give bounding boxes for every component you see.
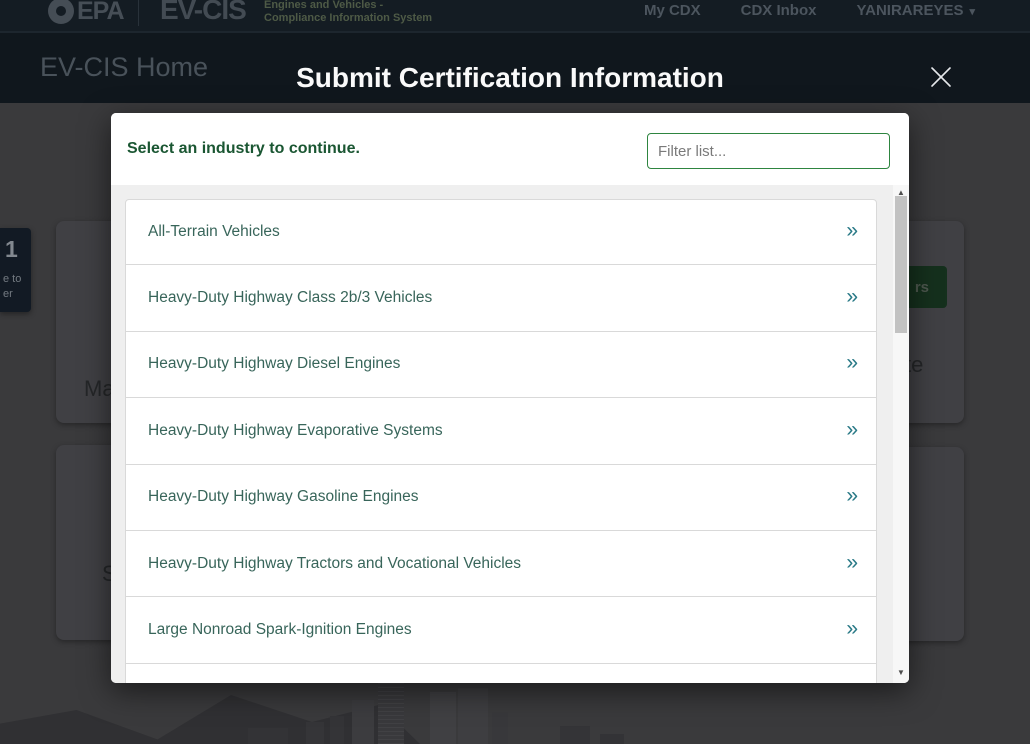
industry-row-label: Heavy-Duty Highway Tractors and Vocation… xyxy=(148,554,522,572)
nav-my-cdx[interactable]: My CDX xyxy=(644,2,701,19)
building-silhouette xyxy=(458,688,488,744)
industry-row-all-terrain-vehicles[interactable]: All-Terrain Vehicles » xyxy=(125,199,877,266)
industry-rows: All-Terrain Vehicles » Heavy-Duty Highwa… xyxy=(125,199,877,683)
city-skyline-image xyxy=(0,678,1030,744)
modal-header: Select an industry to continue. xyxy=(111,113,909,185)
close-icon[interactable] xyxy=(928,64,954,90)
building-silhouette xyxy=(430,692,456,744)
double-chevron-right-icon: » xyxy=(846,219,858,243)
epa-logo-text: EPA xyxy=(77,0,125,25)
evcis-logo-text: EV-CIS xyxy=(160,0,247,25)
mountain-silhouette xyxy=(0,710,170,744)
step-badge-number: 1 xyxy=(5,236,18,262)
building-silhouette xyxy=(378,680,404,744)
building-silhouette xyxy=(600,734,624,744)
industry-list: All-Terrain Vehicles » Heavy-Duty Highwa… xyxy=(111,185,909,683)
double-chevron-right-icon: » xyxy=(846,351,858,375)
double-chevron-right-icon: » xyxy=(846,417,858,441)
user-name: YANIRAREYES xyxy=(856,2,964,19)
step-badge-text-line2: er xyxy=(3,288,13,300)
industry-row-label: Large Nonroad Spark-Ignition Engines xyxy=(148,621,412,639)
industry-row-hd-highway-tractors-vocational-vehicles[interactable]: Heavy-Duty Highway Tractors and Vocation… xyxy=(125,530,877,598)
industry-row-hd-highway-evaporative-systems[interactable]: Heavy-Duty Highway Evaporative Systems » xyxy=(125,398,877,465)
background-card-text-left-top: Ma xyxy=(84,376,115,401)
top-header-bar: EPA EV-CIS Engines and Vehicles - Compli… xyxy=(0,0,1030,33)
evcis-subtitle: Engines and Vehicles - Compliance Inform… xyxy=(264,0,432,25)
filter-input[interactable] xyxy=(647,133,890,169)
industry-row-label: Heavy-Duty Highway Class 2b/3 Vehicles xyxy=(148,289,433,307)
building-silhouette xyxy=(352,700,374,744)
header-divider xyxy=(138,0,139,26)
epa-logo: EPA xyxy=(48,0,125,28)
app-window: EPA EV-CIS Engines and Vehicles - Compli… xyxy=(0,0,1030,744)
industry-row-hd-highway-class-2b3-vehicles[interactable]: Heavy-Duty Highway Class 2b/3 Vehicles » xyxy=(125,265,877,332)
building-silhouette xyxy=(248,728,288,744)
modal-prompt: Select an industry to continue. xyxy=(127,140,360,157)
building-silhouette xyxy=(560,726,590,744)
step-badge-text-line1: e to xyxy=(3,273,22,285)
step-badge: 1 e to er xyxy=(0,228,31,312)
double-chevron-right-icon: » xyxy=(846,617,858,641)
industry-select-modal: Select an industry to continue. All-Terr… xyxy=(111,113,909,683)
user-menu[interactable]: YANIRAREYES ▾ xyxy=(856,2,975,19)
evcis-subtitle-line1: Engines and Vehicles - xyxy=(264,0,384,11)
industry-row-hd-highway-diesel-engines[interactable]: Heavy-Duty Highway Diesel Engines » xyxy=(125,331,877,399)
epa-flower-icon xyxy=(48,0,74,24)
industry-row-hd-highway-gasoline-engines[interactable]: Heavy-Duty Highway Gasoline Engines » xyxy=(125,464,877,531)
chevron-down-icon: ▾ xyxy=(969,6,975,18)
background-green-button-label: rs xyxy=(914,278,929,296)
evcis-subtitle-line2: Compliance Information System xyxy=(264,12,433,24)
industry-row-label: Heavy-Duty Highway Diesel Engines xyxy=(148,355,401,373)
building-silhouette xyxy=(330,716,344,744)
double-chevron-right-icon: » xyxy=(846,285,858,309)
building-silhouette xyxy=(492,712,508,744)
modal-title: Submit Certification Information xyxy=(296,62,724,93)
industry-row-label: Heavy-Duty Highway Evaporative Systems xyxy=(148,421,443,439)
top-navigation: My CDX CDX Inbox YANIRAREYES ▾ xyxy=(644,2,975,19)
nav-cdx-inbox[interactable]: CDX Inbox xyxy=(741,2,817,19)
industry-row-label: All-Terrain Vehicles xyxy=(148,223,280,241)
building-silhouette xyxy=(306,722,324,744)
industry-row-large-nonroad-spark-ignition-engines[interactable]: Large Nonroad Spark-Ignition Engines » xyxy=(125,597,877,664)
scrollbar-thumb[interactable] xyxy=(895,196,907,333)
scroll-down-icon[interactable]: ▼ xyxy=(893,667,909,679)
industry-row-label: Heavy-Duty Highway Gasoline Engines xyxy=(148,488,419,506)
double-chevron-right-icon: » xyxy=(846,484,858,508)
modal-scrollbar[interactable]: ▲ ▼ xyxy=(893,185,909,683)
industry-row-clipped[interactable] xyxy=(125,663,877,683)
double-chevron-right-icon: » xyxy=(846,550,858,574)
